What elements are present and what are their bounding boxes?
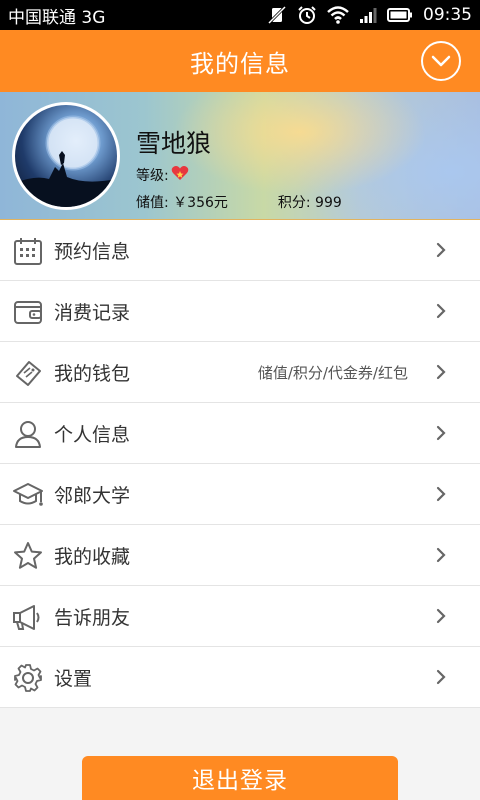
wifi-icon <box>327 6 349 24</box>
level-row: 等级: <box>136 165 189 185</box>
chevron-right-icon <box>436 486 446 506</box>
wallet-subtitle: 储值/积分/代金券/红包 <box>257 363 408 382</box>
user-icon <box>12 418 44 450</box>
gear-icon <box>12 662 44 694</box>
clock-time: 09:35 <box>423 5 472 25</box>
chevron-right-icon <box>436 547 446 567</box>
points-value: 积分: 999 <box>277 195 342 211</box>
signal-icon <box>359 6 377 24</box>
status-icons: 09:35 <box>267 5 472 25</box>
username: 雪地狼 <box>136 129 212 158</box>
menu-item-label: 预约信息 <box>54 240 131 263</box>
chevron-right-icon <box>436 608 446 628</box>
chevron-right-icon <box>436 303 446 323</box>
avatar[interactable] <box>12 102 120 210</box>
star-icon <box>12 540 44 572</box>
ticket-icon <box>12 357 44 389</box>
dropdown-button[interactable] <box>421 41 461 81</box>
megaphone-icon <box>12 601 44 633</box>
wallet-card-icon <box>12 296 44 328</box>
menu-item-purchase-history[interactable]: 消费记录 <box>0 281 480 342</box>
menu-item-label: 设置 <box>54 667 93 690</box>
menu-item-wallet[interactable]: 我的钱包 储值/积分/代金券/红包 <box>0 342 480 403</box>
chevron-right-icon <box>436 242 446 262</box>
menu-item-label: 消费记录 <box>54 301 131 324</box>
graduation-cap-icon <box>12 479 44 511</box>
menu-item-university[interactable]: 邻郎大学 <box>0 464 480 525</box>
battery-icon <box>387 7 413 23</box>
menu-item-label: 邻郎大学 <box>54 484 131 507</box>
stats-row: 储值: ￥356元 积分: 999 <box>136 192 342 212</box>
alarm-icon <box>297 5 317 25</box>
level-label: 等级: <box>136 168 169 184</box>
page-title: 我的信息 <box>190 49 290 78</box>
menu-item-label: 我的收藏 <box>54 545 131 568</box>
status-bar: 中国联通 3G 09:35 <box>0 0 480 30</box>
logout-button[interactable]: 退出登录 <box>82 756 398 800</box>
menu-item-label: 我的钱包 <box>54 362 131 385</box>
carrier-label: 中国联通 3G <box>8 7 106 28</box>
chevron-right-icon <box>436 669 446 689</box>
menu-item-label: 个人信息 <box>54 423 131 446</box>
heart-level-icon <box>171 165 189 185</box>
app-header: 我的信息 <box>0 30 480 92</box>
vibrate-off-icon <box>267 6 287 24</box>
menu-item-personal-info[interactable]: 个人信息 <box>0 403 480 464</box>
menu-item-settings[interactable]: 设置 <box>0 647 480 708</box>
menu-item-favorites[interactable]: 我的收藏 <box>0 525 480 586</box>
chevron-down-icon <box>431 55 451 67</box>
chevron-right-icon <box>436 425 446 445</box>
menu-item-appointments[interactable]: 预约信息 <box>0 220 480 281</box>
calendar-icon <box>12 235 44 267</box>
menu-item-label: 告诉朋友 <box>54 606 131 629</box>
menu-item-tell-friends[interactable]: 告诉朋友 <box>0 586 480 647</box>
menu-list: 预约信息 消费记录 我的钱包 储值/积分/代金券/红包 个人信息 邻郎大学 我的… <box>0 220 480 708</box>
balance-value: 储值: ￥356元 <box>136 195 228 211</box>
chevron-right-icon <box>436 364 446 384</box>
